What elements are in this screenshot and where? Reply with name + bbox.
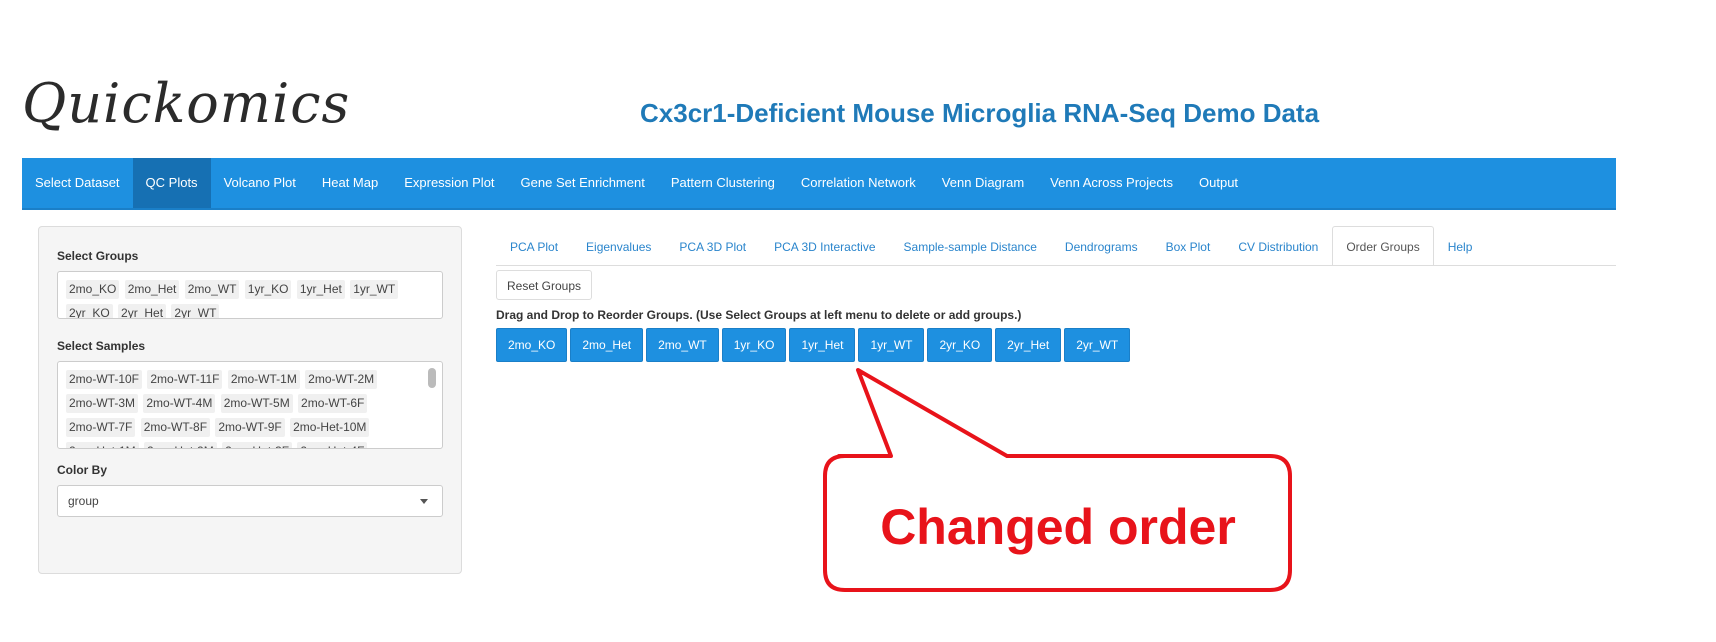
callout-shape bbox=[823, 368, 1292, 592]
callout-text: Changed order bbox=[880, 499, 1236, 555]
